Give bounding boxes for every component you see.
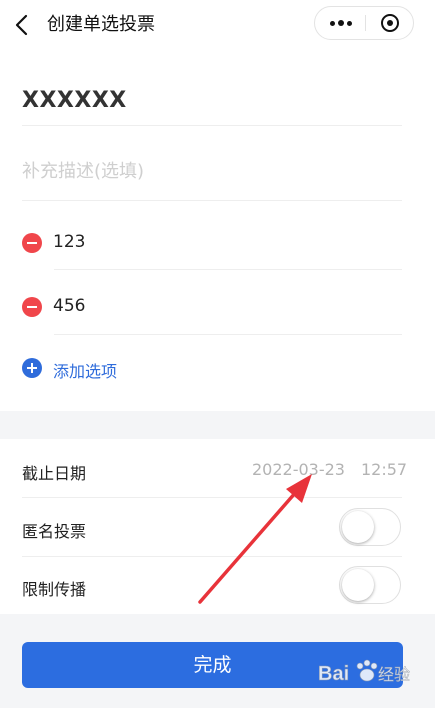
divider (22, 200, 402, 201)
svg-text:经验: 经验 (378, 665, 410, 684)
divider (22, 125, 402, 126)
option-row: 456 (22, 291, 402, 321)
section-separator (0, 411, 435, 439)
divider (22, 497, 402, 498)
option-label[interactable]: 456 (53, 296, 85, 316)
anonymous-vote-label: 匿名投票 (22, 522, 87, 541)
option-label[interactable]: 123 (53, 232, 85, 252)
remove-option-icon[interactable] (22, 297, 42, 317)
option-row: 123 (22, 227, 402, 257)
description-input[interactable] (22, 161, 402, 182)
remove-option-icon[interactable] (22, 233, 42, 253)
more-dot-icon (338, 20, 344, 26)
toggle-knob (342, 569, 374, 601)
add-option-button[interactable]: 添加选项 (22, 356, 222, 382)
anonymous-vote-toggle[interactable] (339, 508, 401, 546)
restrict-sharing-label: 限制传播 (22, 580, 87, 599)
more-menu-button[interactable] (315, 7, 365, 39)
restrict-sharing-toggle[interactable] (339, 566, 401, 604)
back-arrow-icon[interactable] (12, 13, 34, 37)
deadline-label: 截止日期 (22, 464, 87, 483)
navigation-bar: 创建单选投票 (0, 0, 435, 52)
target-dot-icon (387, 20, 393, 26)
vote-title-input[interactable]: XXXXXX (22, 88, 127, 113)
divider (54, 269, 402, 270)
page-title: 创建单选投票 (47, 14, 155, 35)
add-option-label: 添加选项 (53, 362, 118, 381)
close-mini-program-button[interactable] (366, 7, 414, 39)
divider (22, 556, 402, 557)
add-circle-icon (22, 358, 42, 378)
mini-program-capsule (314, 6, 414, 40)
more-dot-icon (330, 21, 335, 26)
baidu-jingyan-watermark-logo: Bai 经验 (318, 659, 410, 685)
svg-text:Bai: Bai (318, 663, 349, 685)
toggle-knob (342, 511, 374, 543)
deadline-date-picker[interactable]: 2022-03-23 (252, 460, 345, 479)
deadline-time-picker[interactable]: 12:57 (361, 460, 407, 479)
more-dot-icon (347, 21, 352, 26)
divider (54, 334, 402, 335)
